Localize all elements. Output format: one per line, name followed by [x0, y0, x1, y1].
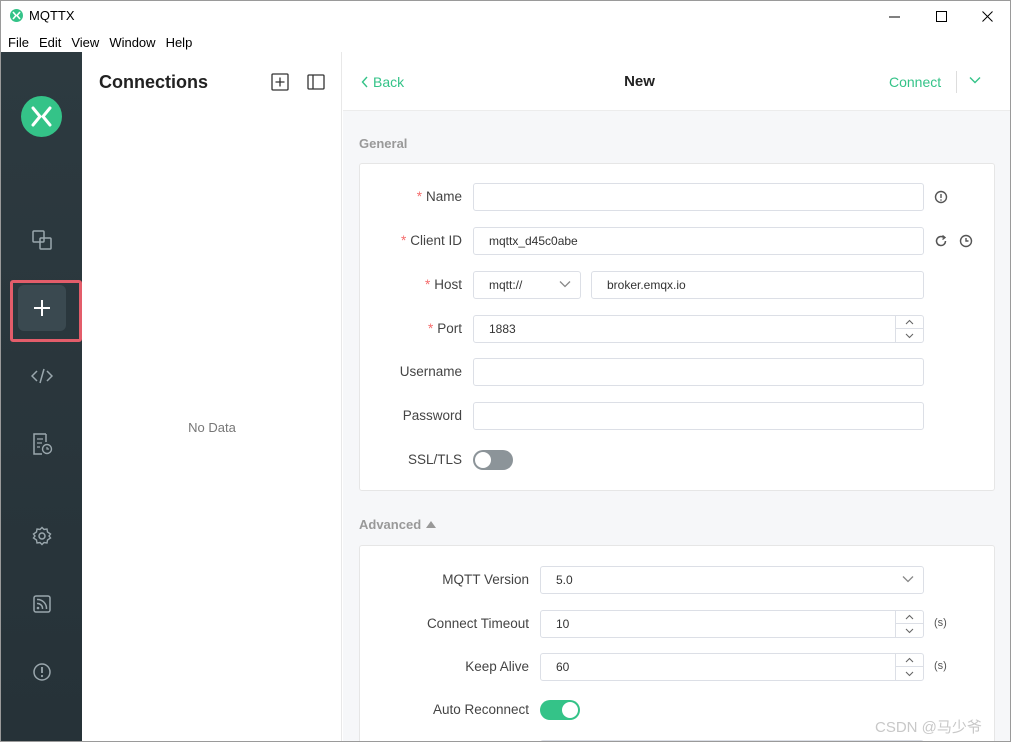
- menu-window[interactable]: Window: [109, 31, 155, 52]
- chevron-down-icon[interactable]: [969, 76, 981, 84]
- auto-reconnect-toggle[interactable]: [540, 700, 580, 720]
- nav-about-button[interactable]: [18, 649, 66, 695]
- mqtt-version-select[interactable]: 5.0: [540, 566, 924, 594]
- port-spin-buttons: [895, 316, 923, 342]
- port-value: 1883: [489, 322, 516, 336]
- menu-file[interactable]: File: [8, 31, 29, 52]
- active-highlight-box: [10, 280, 82, 342]
- nav-settings-button[interactable]: [18, 513, 66, 559]
- left-nav: [1, 52, 82, 741]
- name-label: * Name: [416, 189, 462, 204]
- log-icon: [33, 433, 53, 455]
- name-input[interactable]: [473, 183, 924, 211]
- close-button[interactable]: [964, 1, 1010, 31]
- minimize-button[interactable]: [871, 1, 917, 31]
- increment-button[interactable]: [896, 316, 923, 329]
- menu-edit[interactable]: Edit: [39, 31, 61, 52]
- advanced-section-header[interactable]: Advanced: [359, 517, 437, 532]
- port-label: * Port: [427, 321, 462, 336]
- settings-icon: [32, 526, 52, 546]
- connect-button[interactable]: Connect: [889, 74, 941, 90]
- port-stepper[interactable]: 1883: [473, 315, 924, 343]
- keep-alive-spin-buttons: [895, 654, 923, 680]
- main-header: Back New Connect: [343, 52, 1010, 111]
- username-input[interactable]: [473, 358, 924, 386]
- host-label: * Host: [424, 277, 462, 292]
- advanced-card: MQTT Version 5.0 Connect Timeout 10 (s) …: [359, 545, 995, 741]
- nav-script-button[interactable]: [18, 353, 66, 399]
- ssl-tls-label: SSL/TLS: [407, 452, 462, 467]
- maximize-button[interactable]: [918, 1, 964, 31]
- client-id-label: * Client ID: [400, 233, 462, 248]
- app-window: MQTTX File Edit View Window Help Connect…: [0, 0, 1011, 742]
- connections-panel: Connections No Data: [82, 52, 342, 741]
- host-input[interactable]: broker.emqx.io: [591, 271, 924, 299]
- nav-connections-button[interactable]: [18, 217, 66, 263]
- nav-subscribe-button[interactable]: [18, 581, 66, 627]
- decrement-button[interactable]: [896, 624, 923, 637]
- advanced-section-label: Advanced: [359, 517, 422, 532]
- username-label: Username: [399, 364, 462, 379]
- mqtt-version-value: 5.0: [556, 573, 573, 587]
- mqttx-logo-icon: [21, 96, 62, 137]
- general-section-label: General: [359, 136, 408, 151]
- watermark-text: CSDN @马少爷: [875, 719, 982, 736]
- chevron-down-icon: [905, 628, 914, 633]
- toggle-knob: [562, 702, 578, 718]
- connections-title: Connections: [99, 72, 209, 92]
- keep-alive-unit: (s): [934, 660, 947, 672]
- password-label: Password: [402, 408, 462, 423]
- chevron-down-icon: [559, 281, 571, 288]
- keep-alive-label: Keep Alive: [465, 659, 529, 674]
- new-connection-icon[interactable]: [270, 72, 290, 92]
- mqtt-version-label: MQTT Version: [442, 572, 529, 587]
- connections-icon: [32, 230, 52, 250]
- caret-up-icon: [426, 521, 437, 528]
- protocol-select[interactable]: mqtt://: [473, 271, 581, 299]
- client-id-input[interactable]: mqttx_d45c0abe: [473, 227, 924, 255]
- main-panel: Back New Connect General * Name * Client I…: [343, 52, 1010, 741]
- nav-log-button[interactable]: [18, 421, 66, 467]
- increment-button[interactable]: [896, 654, 923, 667]
- chevron-up-icon: [905, 657, 914, 663]
- app-logo-icon: [10, 9, 23, 22]
- general-card: * Name * Client ID mqttx_d45c0abe * Host mq…: [359, 163, 995, 491]
- auto-reconnect-label: Auto Reconnect: [432, 702, 529, 717]
- decrement-button[interactable]: [896, 329, 923, 342]
- info-icon[interactable]: [934, 190, 948, 204]
- increment-button[interactable]: [896, 611, 923, 624]
- chevron-down-icon: [905, 333, 914, 338]
- keep-alive-value: 60: [556, 660, 570, 674]
- connect-timeout-value: 10: [556, 617, 570, 631]
- toggle-knob: [475, 452, 491, 468]
- menu-help[interactable]: Help: [166, 31, 193, 52]
- empty-state-text: No Data: [188, 420, 236, 435]
- connect-timeout-unit: (s): [934, 617, 947, 629]
- menu-view[interactable]: View: [71, 31, 99, 52]
- keep-alive-stepper[interactable]: 60: [540, 653, 924, 681]
- ssl-tls-toggle[interactable]: [473, 450, 513, 470]
- connect-timeout-stepper[interactable]: 10: [540, 610, 924, 638]
- password-input[interactable]: [473, 402, 924, 430]
- chevron-down-icon: [902, 576, 914, 583]
- chevron-up-icon: [905, 614, 914, 620]
- collapse-panel-icon[interactable]: [306, 72, 326, 92]
- subscribe-icon: [33, 595, 51, 613]
- window-title: MQTTX: [29, 8, 75, 23]
- menu-bar: File Edit View Window Help: [1, 31, 1010, 52]
- protocol-value: mqtt://: [489, 278, 523, 292]
- title-bar: MQTTX: [1, 1, 1010, 31]
- connect-timeout-label: Connect Timeout: [426, 616, 529, 631]
- header-divider: [956, 71, 957, 93]
- page-title: New: [624, 73, 655, 90]
- script-icon: [31, 368, 53, 384]
- refresh-icon[interactable]: [934, 234, 948, 248]
- chevron-down-icon: [905, 671, 914, 676]
- chevron-up-icon: [905, 319, 914, 325]
- clock-icon[interactable]: [959, 234, 973, 248]
- decrement-button[interactable]: [896, 667, 923, 680]
- connect-timeout-spin-buttons: [895, 611, 923, 637]
- about-icon: [33, 663, 51, 681]
